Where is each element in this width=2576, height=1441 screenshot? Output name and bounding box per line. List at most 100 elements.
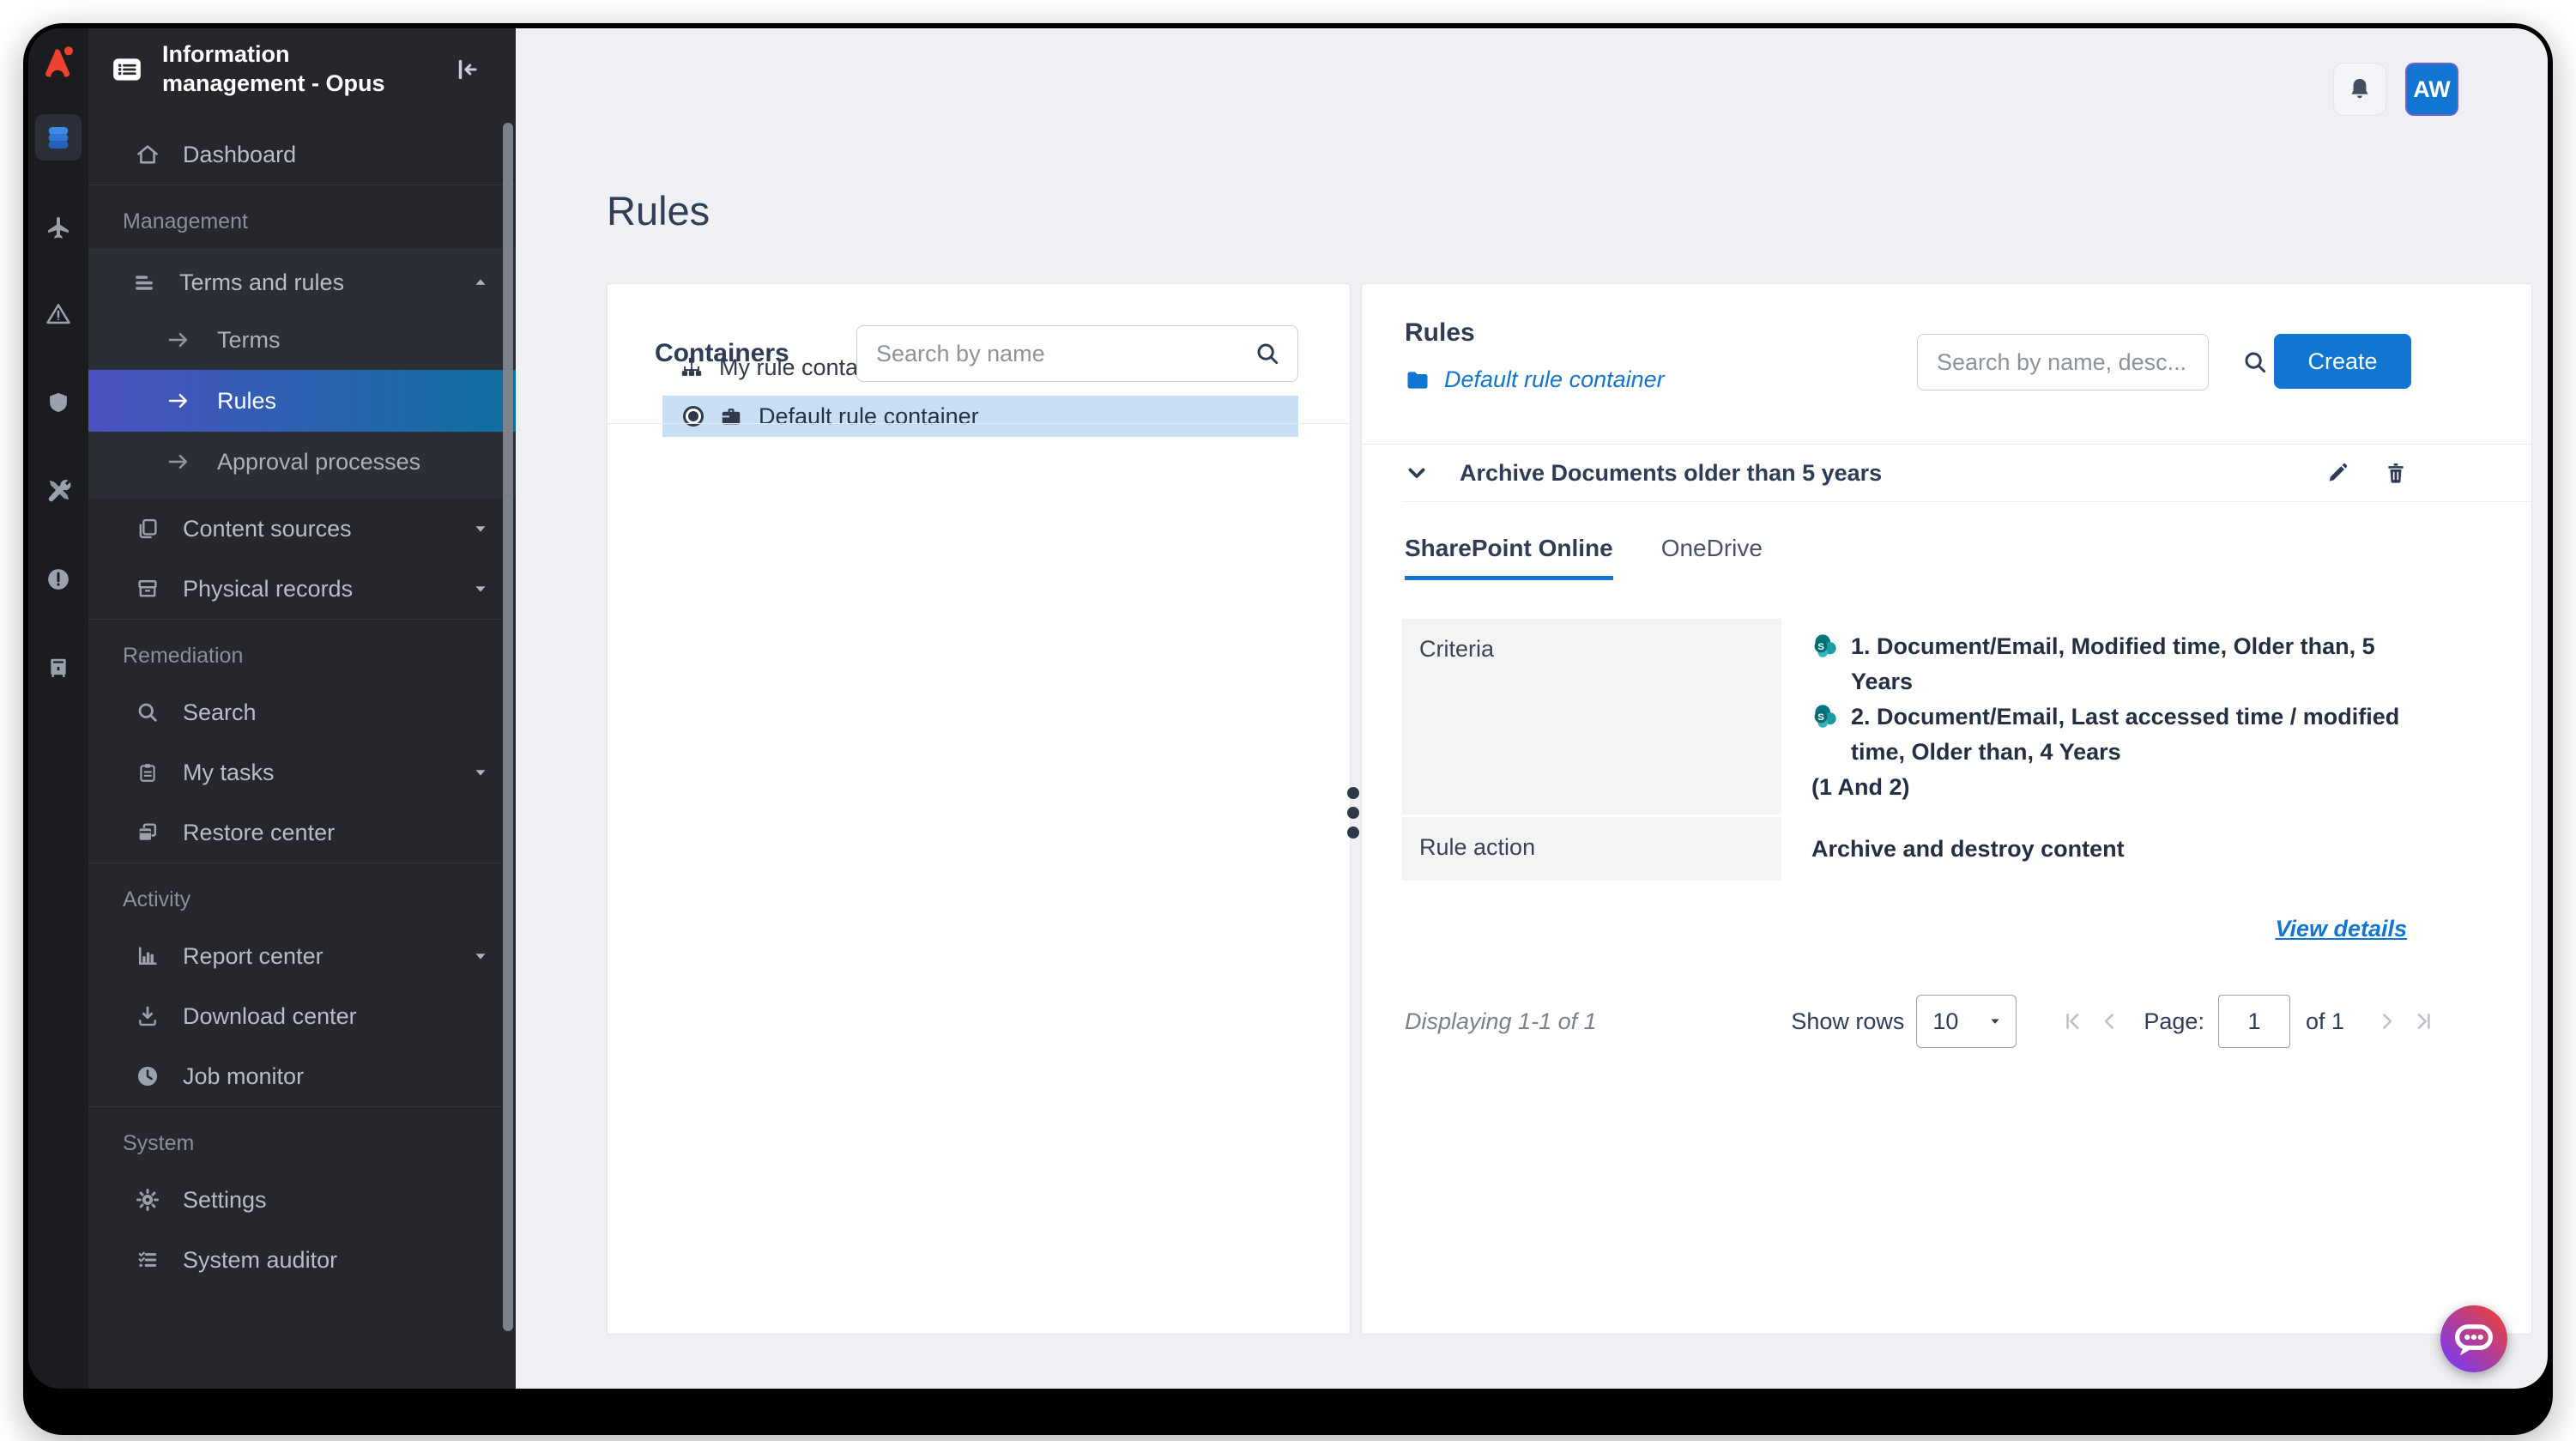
airplane-icon [45,213,71,239]
terms-and-rules-group: Terms and rules Terms [88,248,516,499]
chat-assistant-button[interactable] [2440,1305,2507,1372]
sidebar-scrollbar[interactable] [503,123,513,1331]
chevron-down-icon [471,579,490,598]
create-button-label: Create [2307,348,2377,375]
pages-icon [135,517,160,541]
container-breadcrumb-link[interactable]: Default rule container [1405,366,1665,393]
app-surface: Information management - Opus Dashbo [28,28,2548,1389]
sidebar-item-label: Physical records [183,576,353,602]
checklist-icon [135,1248,160,1272]
page-total-label: of 1 [2306,1008,2344,1035]
rail-item-migration[interactable] [35,203,82,249]
clipboard-icon [135,760,160,784]
shield-icon [46,391,70,415]
arrow-right-icon [166,449,195,475]
rows-per-page-select[interactable]: 10 [1916,995,2017,1048]
tab-onedrive[interactable]: OneDrive [1661,535,1763,580]
sidebar-item-terms[interactable]: Terms [88,310,516,370]
rail-item-data-management[interactable] [35,114,82,160]
criteria-item: S 2. Document/Email, Last accessed time … [1811,699,2412,770]
first-page-button[interactable] [2061,1010,2083,1032]
sidebar-item-label: Search [183,699,257,726]
sidebar-item-settings[interactable]: Settings [88,1170,516,1230]
arrow-right-icon [166,388,195,414]
rule-action-value: Archive and destroy content [1781,817,2428,881]
archive-box-icon [135,577,160,601]
previous-page-button[interactable] [2099,1010,2121,1032]
main-content: AW Rules Containers [516,28,2548,1389]
tab-sharepoint-online[interactable]: SharePoint Online [1405,535,1613,580]
sidebar-item-content-sources[interactable]: Content sources [88,499,516,559]
sidebar-item-label: Download center [183,1003,357,1030]
containers-search-input[interactable] [874,340,1255,368]
panel-resize-handle[interactable] [1347,787,1359,839]
criteria-item-text: 1. Document/Email, Modified time, Older … [1851,629,2412,699]
rule-name: Archive Documents older than 5 years [1460,460,1882,487]
rules-search-input[interactable] [1935,348,2242,377]
app-window: Information management - Opus Dashbo [23,23,2553,1435]
search-icon[interactable] [2242,349,2268,375]
sidebar-item-download-center[interactable]: Download center [88,986,516,1046]
delete-rule-button[interactable] [2384,461,2408,485]
chevron-down-icon [471,947,490,966]
criteria-value: S 1. Document/Email, Modified time, Olde… [1781,619,2428,814]
sidebar-header: Information management - Opus [88,28,516,111]
sidebar-item-terms-and-rules[interactable]: Terms and rules [88,255,516,310]
sidebar-item-restore-center[interactable]: Restore center [88,802,516,863]
sidebar-item-job-monitor[interactable]: Job monitor [88,1046,516,1106]
avatar-initials: AW [2413,76,2451,103]
sidebar-item-rules[interactable]: Rules [88,370,516,432]
rail-item-incidents[interactable] [35,556,82,602]
collapse-sidebar-icon[interactable] [454,57,480,82]
rail-item-risk[interactable] [35,291,82,337]
gear-icon [135,1188,160,1212]
sharepoint-icon: S [1811,633,1837,699]
chevron-down-icon[interactable] [1405,461,1429,485]
rule-scope-tabs: SharePoint Online OneDrive [1405,535,1763,580]
search-icon [135,700,160,724]
rail-item-tools[interactable] [35,468,82,514]
svg-text:S: S [1817,642,1824,652]
view-details-link[interactable]: View details [2275,916,2407,942]
edit-rule-button[interactable] [2325,461,2349,485]
module-list-icon[interactable] [109,53,145,86]
sidebar-item-report-center[interactable]: Report center [88,926,516,986]
rail-item-protection[interactable] [35,379,82,426]
sidebar-nav: Dashboard Management Terms and rules [88,111,516,1389]
containers-panel: Containers [607,283,1351,1335]
sidebar-item-label: Dashboard [183,142,296,168]
exclamation-circle-icon [45,566,71,592]
sidebar-item-system-auditor[interactable]: System auditor [88,1230,516,1290]
pagination-bar: Displaying 1-1 of 1 Show rows 10 [1405,995,2435,1048]
rule-row[interactable]: Archive Documents older than 5 years [1362,445,2531,501]
rule-action-label: Rule action [1402,817,1781,881]
sidebar-item-approval-processes[interactable]: Approval processes [88,432,516,492]
rule-divider [1402,501,2531,502]
terms-lines-icon [131,270,157,294]
sidebar-item-dashboard[interactable]: Dashboard [88,124,516,185]
restore-windows-icon [135,820,160,845]
page-label: Page: [2144,1008,2204,1035]
create-button[interactable]: Create [2274,334,2411,389]
sidebar-item-physical-records[interactable]: Physical records [88,559,516,619]
sidebar-item-label: Job monitor [183,1063,304,1090]
next-page-button[interactable] [2375,1010,2398,1032]
rail-item-archive[interactable] [35,645,82,691]
notifications-button[interactable] [2333,63,2386,116]
search-icon[interactable] [1255,341,1280,366]
warning-triangle-icon [45,301,71,327]
page-number-input[interactable] [2218,995,2290,1048]
pencil-icon [2325,461,2349,485]
show-rows-label: Show rows [1791,1008,1904,1035]
tools-icon [45,478,71,504]
container-breadcrumb-label: Default rule container [1444,366,1665,393]
sidebar-item-search[interactable]: Search [88,682,516,742]
sidebar-item-my-tasks[interactable]: My tasks [88,742,516,802]
rule-action-row: Rule action Archive and destroy content [1402,817,2428,881]
containers-panel-header: Containers [608,284,1350,424]
user-avatar[interactable]: AW [2405,63,2458,116]
chat-bubble-icon [2447,1312,2500,1365]
chevron-down-icon [471,763,490,782]
home-icon [135,142,160,167]
last-page-button[interactable] [2413,1010,2435,1032]
